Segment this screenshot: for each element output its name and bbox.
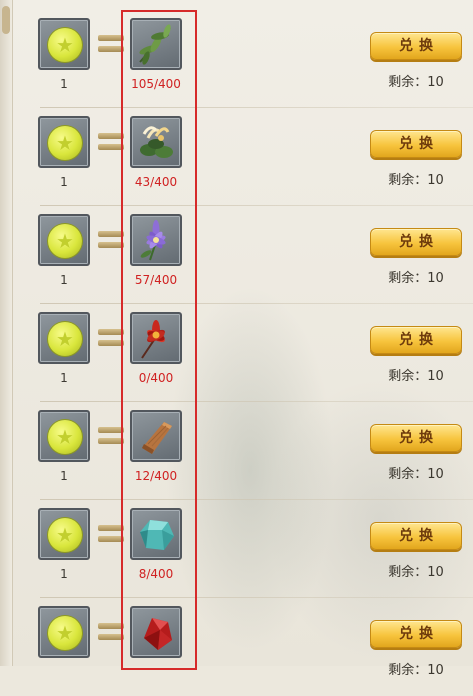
honeysuckle-flower-icon bbox=[140, 126, 173, 158]
remaining-text: 剩余：10 bbox=[388, 663, 444, 678]
gold-coin-icon: ★ bbox=[48, 224, 82, 258]
red-crystal-icon bbox=[144, 618, 172, 650]
owned-count: 57/400 bbox=[134, 273, 178, 287]
exchange-row: ★ 1 12/400 兑换 剩余：10 bbox=[20, 402, 473, 500]
wood-plank-icon bbox=[142, 422, 172, 454]
item-slot[interactable] bbox=[130, 18, 182, 70]
exchange-button[interactable]: 兑换 bbox=[370, 620, 462, 648]
gold-coin-icon: ★ bbox=[48, 518, 82, 552]
purple-flower-icon bbox=[140, 220, 166, 261]
gold-coin-icon: ★ bbox=[48, 420, 82, 454]
remaining-text: 剩余：10 bbox=[388, 369, 444, 384]
owned-count: 0/400 bbox=[138, 371, 174, 385]
exchange-list[interactable]: ★ 1 105/400 兑换 剩余：10 ★ 1 43/400 兑换 剩余：10… bbox=[0, 0, 473, 678]
fern-leaves-icon bbox=[139, 24, 171, 65]
gold-coin-icon: ★ bbox=[48, 616, 82, 650]
item-slot[interactable] bbox=[130, 116, 182, 168]
coin-slot: ★ bbox=[38, 214, 90, 266]
exchange-button[interactable]: 兑换 bbox=[370, 228, 462, 256]
remaining-text: 剩余：10 bbox=[388, 565, 444, 580]
coin-slot: ★ bbox=[38, 312, 90, 364]
remaining-text: 剩余：10 bbox=[388, 467, 444, 482]
exchange-row: ★ 1 43/400 兑换 剩余：10 bbox=[20, 108, 473, 206]
equals-icon bbox=[98, 523, 124, 545]
cost-amount: 1 bbox=[60, 567, 68, 581]
equals-icon bbox=[98, 229, 124, 251]
red-lotus-icon bbox=[141, 320, 165, 359]
owned-count: 8/400 bbox=[138, 567, 174, 581]
exchange-row: ★ 1 105/400 兑换 剩余：10 bbox=[20, 10, 473, 108]
exchange-row: ★ 1 8/400 兑换 剩余：10 bbox=[20, 500, 473, 598]
equals-icon bbox=[98, 131, 124, 153]
equals-icon bbox=[98, 425, 124, 447]
exchange-button[interactable]: 兑换 bbox=[370, 32, 462, 60]
jade-stone-icon bbox=[140, 520, 174, 550]
cost-amount: 1 bbox=[60, 371, 68, 385]
owned-count: 105/400 bbox=[131, 77, 181, 91]
coin-slot: ★ bbox=[38, 508, 90, 560]
item-slot[interactable] bbox=[130, 410, 182, 462]
owned-count: 12/400 bbox=[134, 469, 178, 483]
owned-count: 43/400 bbox=[134, 175, 178, 189]
gold-coin-icon: ★ bbox=[48, 322, 82, 356]
equals-icon bbox=[98, 33, 124, 55]
exchange-button[interactable]: 兑换 bbox=[370, 326, 462, 354]
cost-amount: 1 bbox=[60, 77, 68, 91]
remaining-text: 剩余：10 bbox=[388, 271, 444, 286]
item-slot[interactable] bbox=[130, 312, 182, 364]
remaining-text: 剩余：10 bbox=[388, 173, 444, 188]
exchange-button[interactable]: 兑换 bbox=[370, 130, 462, 158]
coin-slot: ★ bbox=[38, 18, 90, 70]
cost-amount: 1 bbox=[60, 469, 68, 483]
exchange-row: ★ 兑换 剩余：10 bbox=[20, 598, 473, 696]
equals-icon bbox=[98, 327, 124, 349]
item-slot[interactable] bbox=[130, 214, 182, 266]
exchange-button[interactable]: 兑换 bbox=[370, 424, 462, 452]
coin-slot: ★ bbox=[38, 606, 90, 658]
exchange-row: ★ 1 0/400 兑换 剩余：10 bbox=[20, 304, 473, 402]
exchange-row: ★ 1 57/400 兑换 剩余：10 bbox=[20, 206, 473, 304]
equals-icon bbox=[98, 621, 124, 643]
coin-slot: ★ bbox=[38, 410, 90, 462]
coin-slot: ★ bbox=[38, 116, 90, 168]
item-slot[interactable] bbox=[130, 606, 182, 658]
gold-coin-icon: ★ bbox=[48, 126, 82, 160]
exchange-button[interactable]: 兑换 bbox=[370, 522, 462, 550]
gold-coin-icon: ★ bbox=[48, 28, 82, 62]
cost-amount: 1 bbox=[60, 175, 68, 189]
item-slot[interactable] bbox=[130, 508, 182, 560]
cost-amount: 1 bbox=[60, 273, 68, 287]
remaining-text: 剩余：10 bbox=[388, 75, 444, 90]
